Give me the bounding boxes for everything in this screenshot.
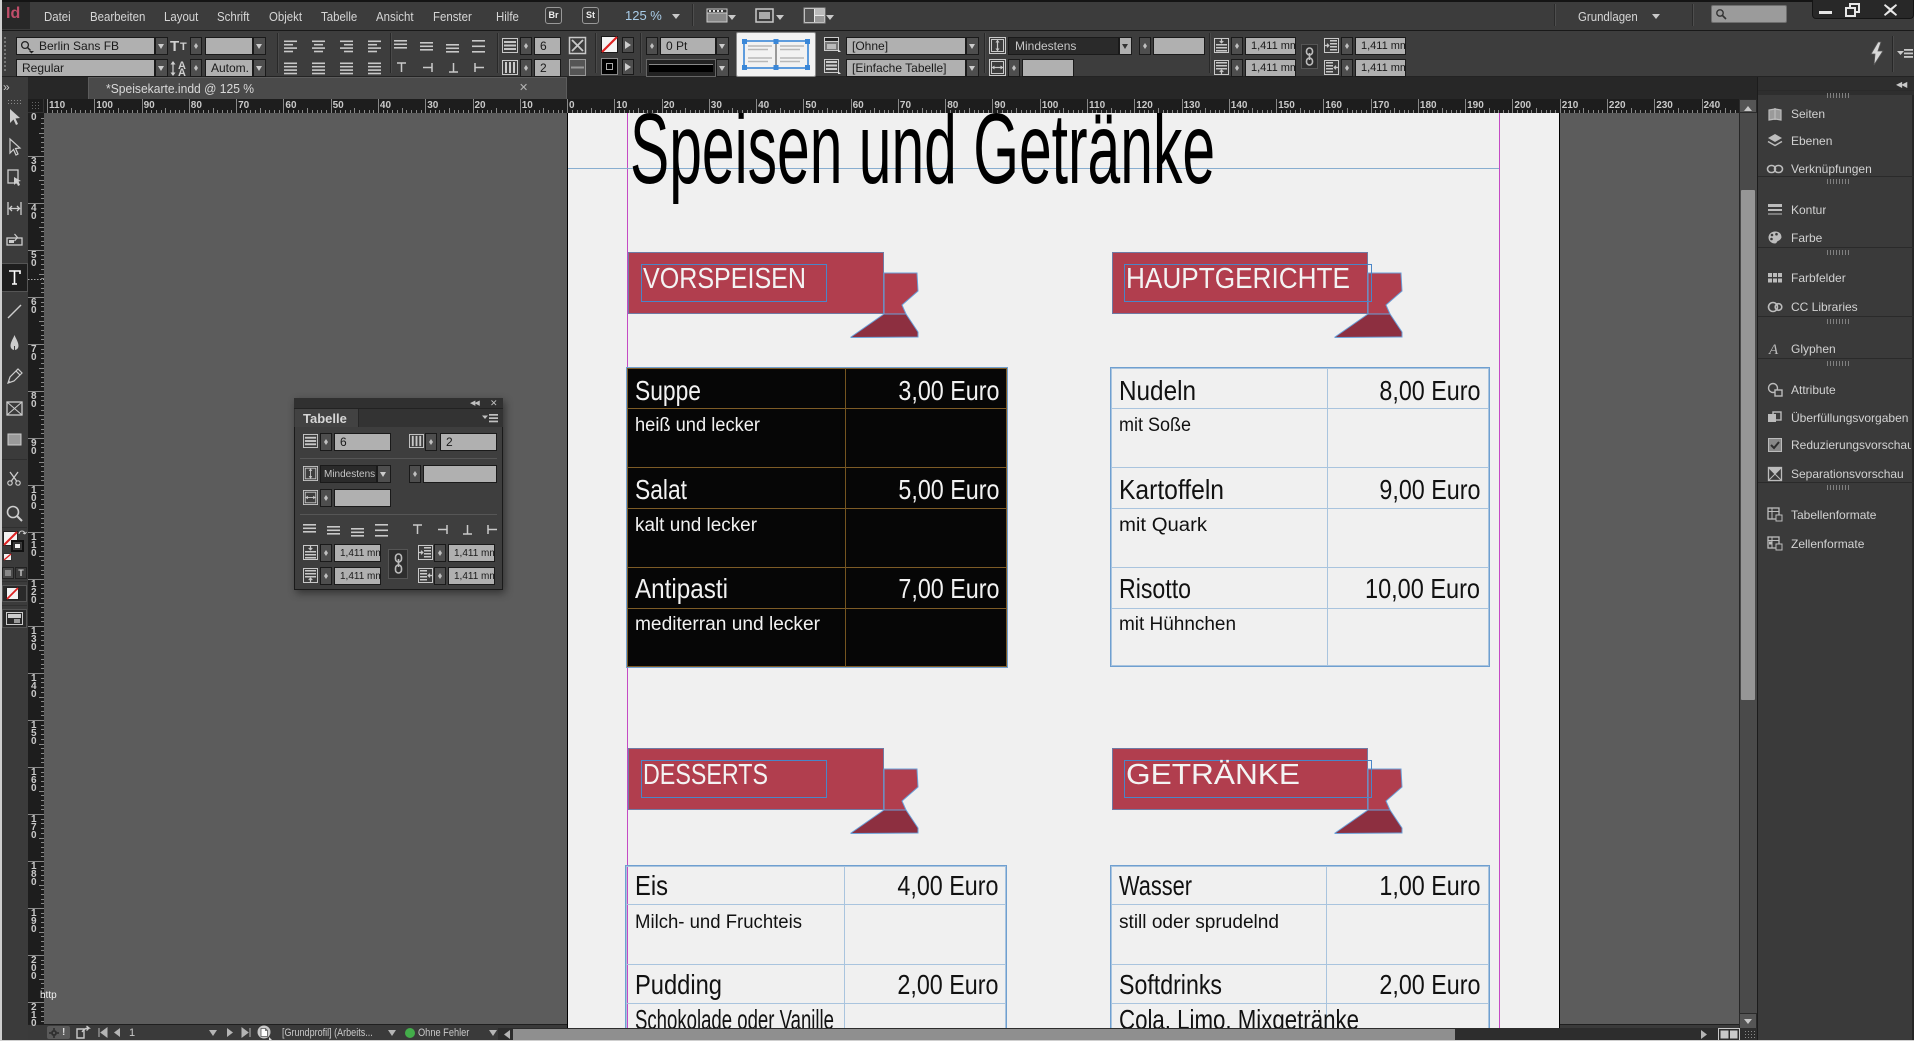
svg-text:A: A	[1768, 342, 1779, 358]
